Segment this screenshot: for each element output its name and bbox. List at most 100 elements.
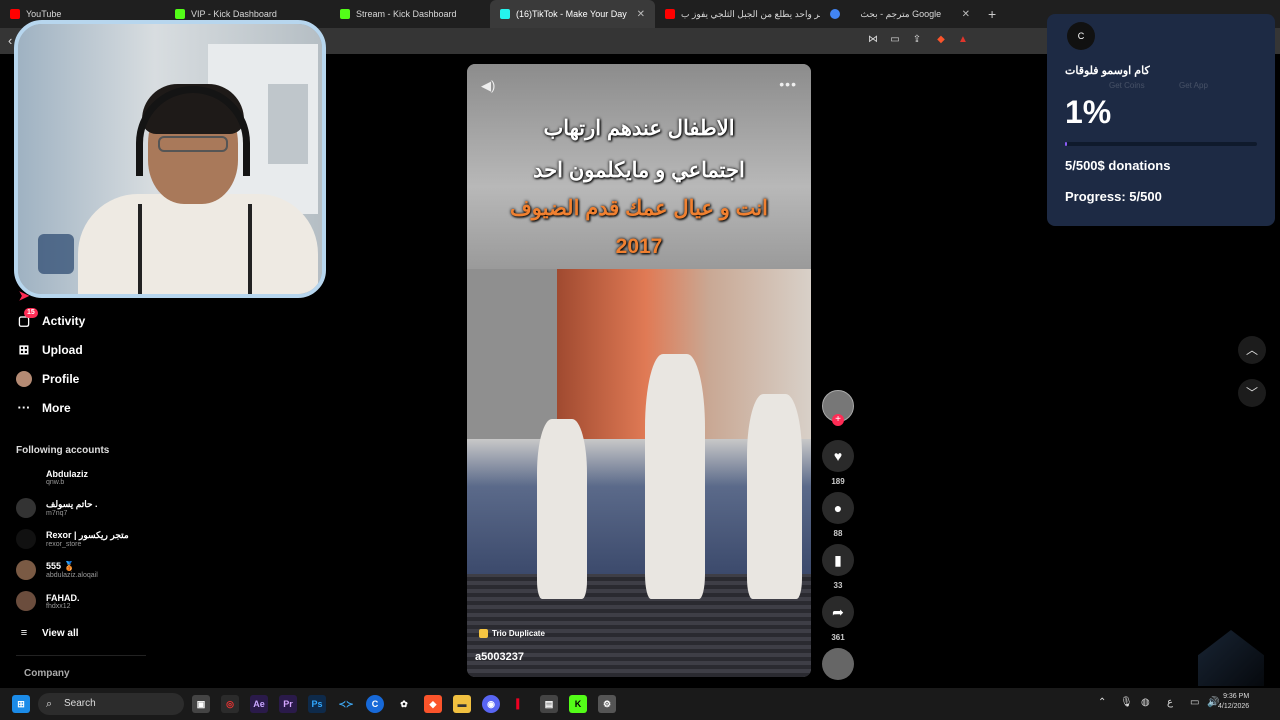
donation-goal-widget: C Get Coins Get App كام اوسمو فلوقات 1% … bbox=[1047, 14, 1275, 226]
app-icon[interactable]: ▍ bbox=[511, 695, 529, 713]
file-explorer-icon[interactable]: ▬ bbox=[453, 695, 471, 713]
discord-icon[interactable]: ◉ bbox=[482, 695, 500, 713]
nav-label: Upload bbox=[42, 343, 83, 357]
donation-percent: 1% bbox=[1065, 94, 1112, 130]
view-all-link[interactable]: ≡ View all bbox=[16, 625, 79, 641]
account-handle: abdulaziz.aloqail bbox=[46, 572, 98, 579]
brave-shield-icon[interactable]: ◆ bbox=[934, 34, 948, 48]
following-account[interactable]: حاتم يسولف . m7nq7 bbox=[16, 498, 98, 518]
after-effects-icon[interactable]: Ae bbox=[250, 695, 268, 713]
more-dots-icon: ··· bbox=[17, 400, 31, 415]
tab-google-translate[interactable]: مترجم - بحث Google ✕ bbox=[820, 0, 980, 28]
account-handle: rexor_store bbox=[46, 541, 82, 548]
donation-progress-fill bbox=[1065, 142, 1067, 146]
music-icon bbox=[479, 629, 488, 638]
youtube-icon bbox=[10, 9, 20, 19]
edge-icon[interactable]: C bbox=[366, 695, 384, 713]
avatar bbox=[16, 529, 36, 549]
share-icon[interactable]: ⇪ bbox=[910, 34, 924, 48]
chevron-down-icon: ﹀ bbox=[1245, 386, 1258, 400]
taskbar-search[interactable]: ⌕ Search bbox=[38, 693, 184, 715]
save-button[interactable]: ▮ bbox=[822, 544, 854, 576]
nav-more[interactable]: ··· More bbox=[16, 400, 71, 416]
windows-start-icon[interactable]: ⊞ bbox=[12, 695, 30, 713]
tab-title: مترجم - بحث Google bbox=[860, 8, 942, 19]
notepad-icon[interactable]: ▤ bbox=[540, 695, 558, 713]
video-player[interactable]: ◀) ••• الاطفال عندهم ارتهاب اجتماعي و ما… bbox=[467, 64, 811, 677]
volume-icon[interactable]: ◀) bbox=[481, 78, 495, 94]
previous-video-button[interactable]: ︿ bbox=[1238, 336, 1266, 364]
tab-title: Stream - Kick Dashboard bbox=[356, 9, 457, 19]
tab-tiktok[interactable]: (16)TikTok - Make Your Day ✕ bbox=[490, 0, 655, 28]
search-icon: ⌕ bbox=[46, 698, 53, 710]
next-video-button[interactable]: ﹀ bbox=[1238, 379, 1266, 407]
video-figure bbox=[645, 354, 705, 599]
brave-icon[interactable]: ◆ bbox=[424, 695, 442, 713]
music-tag[interactable]: Trio Duplicate bbox=[479, 629, 545, 638]
new-tab-button[interactable]: + bbox=[980, 6, 1004, 22]
donation-progress-text: Progress: 5/500 bbox=[1065, 189, 1162, 204]
tab-youtube-video[interactable]: آخر واحد يطلع من الجبل الثلجي يفوز ب... bbox=[655, 0, 820, 28]
share-button[interactable]: ➦ bbox=[822, 596, 854, 628]
list-icon: ≡ bbox=[20, 627, 28, 639]
app-icon[interactable]: ◎ bbox=[221, 695, 239, 713]
search-label: Search bbox=[64, 698, 96, 709]
comment-button[interactable]: ● bbox=[822, 492, 854, 524]
divider bbox=[16, 655, 146, 656]
avatar bbox=[16, 498, 36, 518]
following-account[interactable]: Abdulaziz qnw.b bbox=[16, 467, 88, 487]
account-handle: fhdxx12 bbox=[46, 602, 71, 610]
share-count: 361 bbox=[831, 633, 845, 642]
account-name: Abdulaziz bbox=[46, 468, 88, 479]
video-author[interactable]: a5003237 bbox=[475, 651, 524, 663]
back-arrow-icon[interactable]: ‹ bbox=[8, 33, 12, 48]
premiere-icon[interactable]: Pr bbox=[279, 695, 297, 713]
like-button[interactable]: ♥ bbox=[822, 440, 854, 472]
more-options-icon[interactable]: ••• bbox=[779, 76, 797, 92]
activity-badge: 15 bbox=[24, 308, 38, 318]
nav-upload[interactable]: ⊞ Upload bbox=[16, 342, 83, 358]
tiktok-icon bbox=[500, 9, 510, 19]
system-clock[interactable]: 9:36 PM 4/12/2026 bbox=[1218, 692, 1249, 712]
cast-icon[interactable]: ▭ bbox=[888, 34, 902, 48]
nav-partial-item[interactable]: ➤ bbox=[16, 288, 32, 304]
following-account[interactable]: 555 🥉 abdulaziz.aloqail bbox=[16, 560, 98, 580]
plus-square-icon: ⊞ bbox=[18, 342, 30, 357]
streamer-logo bbox=[38, 234, 74, 274]
share-arrow-icon: ➦ bbox=[832, 603, 844, 620]
clock-date: 4/12/2026 bbox=[1218, 703, 1250, 710]
nav-label: Activity bbox=[42, 314, 86, 328]
chevron-up-icon[interactable]: ⌃ bbox=[1098, 697, 1106, 708]
avatar bbox=[16, 560, 36, 580]
comment-count: 88 bbox=[833, 529, 843, 538]
company-link[interactable]: Company bbox=[24, 668, 70, 679]
display-icon[interactable]: ▭ bbox=[1190, 697, 1199, 708]
music-disc-icon[interactable] bbox=[822, 648, 854, 680]
close-tab-icon[interactable]: ✕ bbox=[962, 9, 970, 20]
nav-activity[interactable]: ▢ 15 Activity bbox=[16, 308, 86, 329]
photoshop-icon[interactable]: Ps bbox=[308, 695, 326, 713]
vscode-icon[interactable]: ≺≻ bbox=[337, 695, 355, 713]
microphone-icon[interactable]: 🎙 bbox=[1120, 697, 1133, 708]
account-handle: m7nq7 bbox=[46, 510, 68, 517]
save-count: 33 bbox=[833, 581, 843, 590]
tab-stream-kick[interactable]: Stream - Kick Dashboard bbox=[330, 0, 490, 28]
close-tab-icon[interactable]: ✕ bbox=[637, 9, 645, 20]
nav-profile[interactable]: Profile bbox=[16, 371, 79, 387]
settings-gear-icon[interactable]: ⚙ bbox=[598, 695, 616, 713]
input-language[interactable]: ع bbox=[1167, 697, 1173, 708]
donation-title: كام اوسمو فلوقات bbox=[1065, 65, 1150, 77]
following-account[interactable]: FAHAD. fhdxx12 bbox=[16, 591, 80, 611]
kick-icon[interactable]: K bbox=[569, 695, 587, 713]
follow-plus-icon[interactable]: + bbox=[832, 414, 844, 426]
brave-rewards-icon[interactable]: ▲ bbox=[956, 34, 970, 48]
video-caption-line: انت و عيال عمك قدم الضيوف bbox=[510, 197, 768, 220]
google-icon bbox=[830, 9, 840, 19]
music-title: Trio Duplicate bbox=[492, 629, 545, 638]
reader-mode-icon[interactable]: ⋈ bbox=[866, 34, 880, 48]
network-icon[interactable]: ◍ bbox=[1141, 697, 1150, 708]
video-caption-line: الاطفال عندهم ارتهاب bbox=[543, 117, 735, 140]
task-view-icon[interactable]: ▣ bbox=[192, 695, 210, 713]
following-account[interactable]: Rexor | متجر ريكسور rexor_store bbox=[16, 529, 129, 549]
chatgpt-icon[interactable]: ✿ bbox=[395, 695, 413, 713]
